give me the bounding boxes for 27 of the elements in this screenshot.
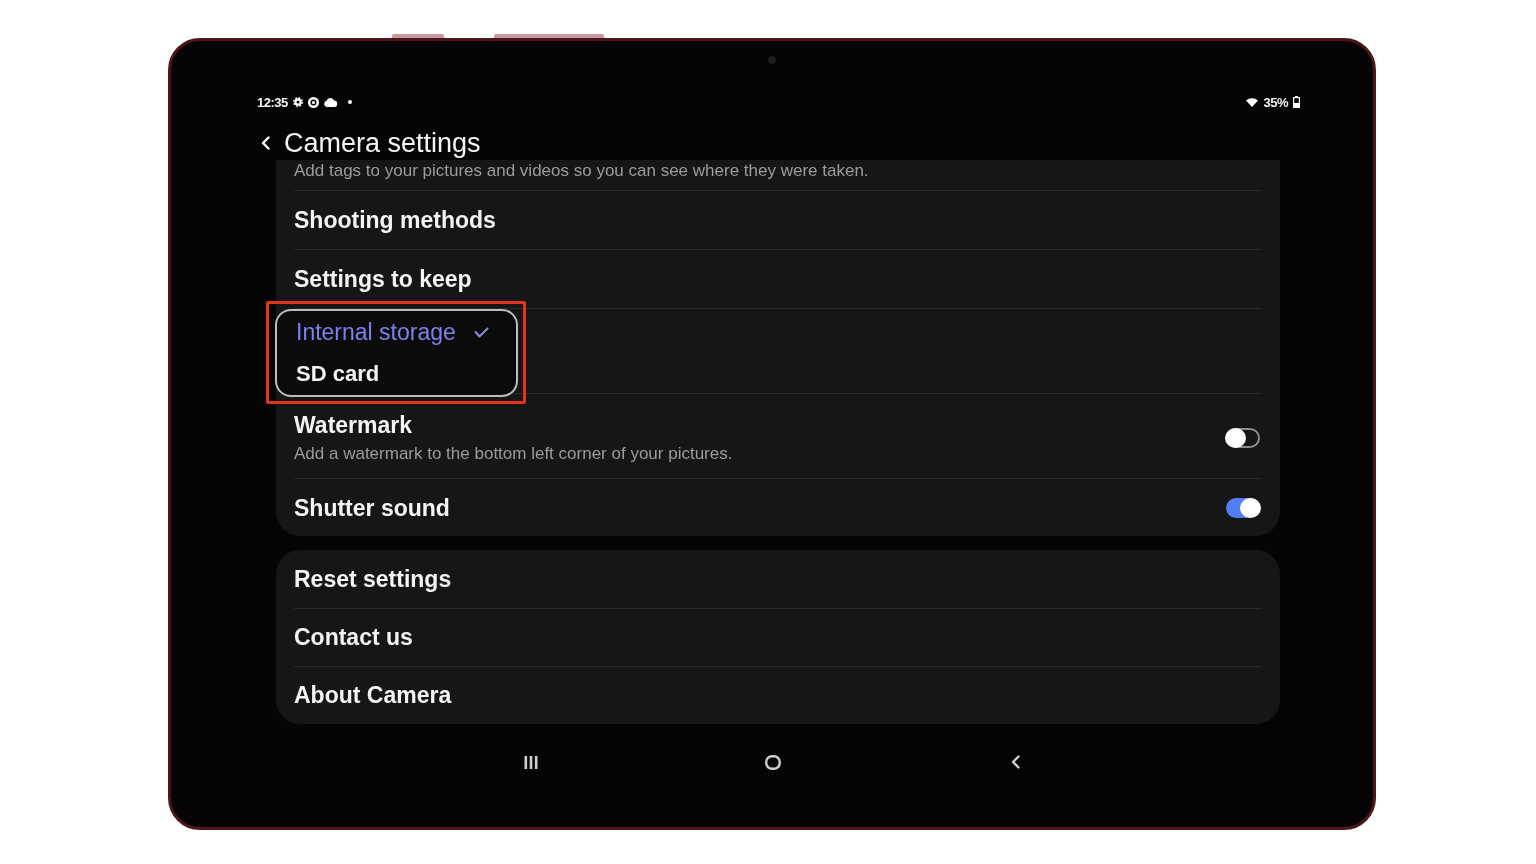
battery-percentage: 35% [1263,94,1288,110]
battery-icon [1293,96,1300,108]
settings-item[interactable]: About Camera [294,666,1262,724]
menu-option[interactable]: SD card [296,353,380,395]
toggle-switch[interactable] [1226,497,1260,518]
status-time: 12:35 [257,94,288,110]
home-icon[interactable] [765,754,781,770]
setting-title: Shutter sound [294,493,450,522]
settings-item[interactable]: Shooting methods [294,190,1262,249]
camera-lens-icon [768,56,776,64]
check-icon [473,326,489,338]
setting-description: Add tags to your pictures and videos so you can see where they were taken. [294,161,869,181]
toggle-switch[interactable] [1226,428,1260,448]
menu-option[interactable]: Internal storage [296,311,489,353]
settings-item[interactable]: Reset settings [294,550,1262,608]
recents-icon[interactable] [524,755,538,769]
screen-title: Camera settings [284,127,481,160]
circle-icon [307,96,319,108]
cloud-icon [323,97,337,107]
wifi-icon [1246,97,1259,107]
settings-item[interactable]: Settings to keep [294,249,1262,308]
setting-description: Add a watermark to the bottom left corner of your pictures. [294,443,733,465]
settings-item[interactable]: Contact us [294,608,1262,666]
dot-icon [347,100,352,104]
setting-title: Watermark [294,411,414,439]
gear-icon [292,97,303,107]
back-icon[interactable] [1011,755,1020,769]
